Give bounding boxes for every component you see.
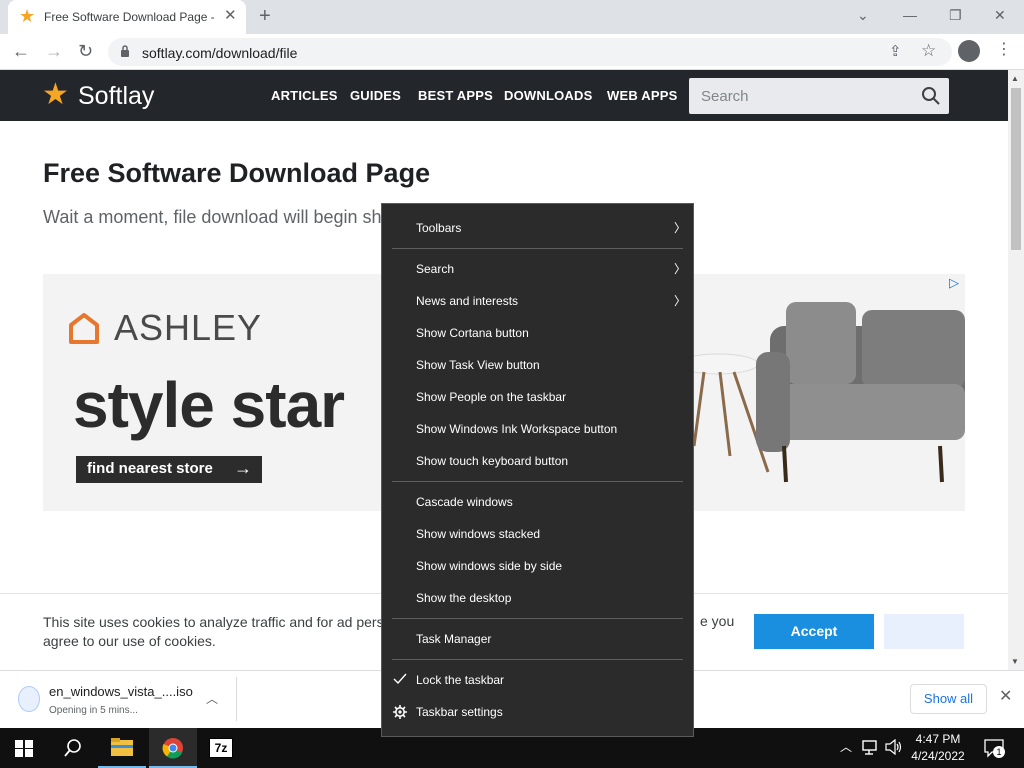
ashley-house-icon [69,313,99,344]
menu-item-taskbar-settings[interactable]: Taskbar settings [416,705,503,719]
tab-close-icon[interactable]: ✕ [224,8,237,23]
sofa-image [690,302,965,483]
cookie-text-tail: e you [700,613,735,629]
download-filename[interactable]: en_windows_vista_....iso [49,684,193,699]
tab-title: Free Software Download Page - Softlay [44,10,214,24]
reload-icon[interactable]: ↻ [78,40,93,62]
kebab-menu-icon[interactable]: ⋮ [996,42,1012,58]
profile-icon[interactable] [958,40,980,62]
logo-star-icon: ★ [42,78,69,111]
menu-item-lock-taskbar[interactable]: Lock the taskbar [416,673,504,687]
scroll-up-icon[interactable]: ▲ [1011,74,1019,83]
menu-item-side-by-side[interactable]: Show windows side by side [416,559,562,573]
minimize-icon[interactable]: — [903,6,917,24]
menu-item-show-desktop[interactable]: Show the desktop [416,591,511,605]
browser-tab[interactable]: ★ Free Software Download Page - Softlay … [8,0,246,34]
menu-item-show-task-view[interactable]: Show Task View button [416,358,540,372]
tray-chevron-up-icon[interactable]: ︿ [840,738,852,755]
scrollbar-thumb[interactable] [1011,88,1021,250]
nav-link-downloads[interactable]: DOWNLOADS [504,88,592,103]
download-status: Opening in 5 mins... [49,705,138,716]
search-icon[interactable] [921,86,941,106]
restore-icon[interactable]: ❐ [949,6,962,24]
search-placeholder: Search [701,88,749,105]
taskbar-clock[interactable]: 4:47 PM 4/24/2022 [905,731,971,765]
address-bar[interactable]: softlay.com/download/file ⇪ ☆ [108,38,952,66]
cookie-text-line1: This site uses cookies to analyze traffi… [43,614,392,630]
lock-icon [121,45,129,57]
url-text: softlay.com/download/file [142,45,298,61]
menu-item-show-touch-keyboard[interactable]: Show touch keyboard button [416,454,568,468]
chevron-right-icon: 〉 [674,294,687,308]
bookmark-star-icon[interactable]: ☆ [921,41,936,61]
chrome-icon[interactable] [149,728,197,768]
ad-cta-label: find nearest store [87,460,213,477]
menu-item-toolbars[interactable]: Toolbars [416,221,461,235]
menu-item-show-ink-workspace[interactable]: Show Windows Ink Workspace button [416,422,617,436]
file-explorer-icon[interactable] [98,728,146,768]
shelf-close-icon[interactable]: ✕ [999,689,1012,705]
7zip-icon[interactable]: 7z [197,728,245,768]
taskbar-context-menu [381,203,694,737]
menu-separator [392,618,683,619]
nav-link-articles[interactable]: ARTICLES [271,88,338,103]
page-subtitle: Wait a moment, file download will begin … [43,207,382,227]
disc-file-icon [18,686,40,712]
favicon-star-icon: ★ [19,6,36,26]
accept-cookies-button[interactable]: Accept [754,614,874,649]
windows-start-icon[interactable] [15,740,33,757]
tab-search-chevron-icon[interactable]: ⌄ [857,6,869,24]
notification-count: 1 [993,746,1005,758]
checkmark-icon [393,673,407,685]
menu-separator [392,248,683,249]
menu-item-show-people[interactable]: Show People on the taskbar [416,390,566,404]
page-title: Free Software Download Page [43,158,431,188]
browser-toolbar: ← → ↻ softlay.com/download/file ⇪ ☆ ⋮ [0,34,1024,70]
adchoices-icon[interactable]: ▷ [949,275,959,291]
ad-slogan: style star [73,369,345,441]
browser-tab-strip: ★ Free Software Download Page - Softlay … [0,0,1024,34]
site-logo[interactable]: Softlay [78,82,154,111]
notification-icon[interactable]: 1 [984,738,1005,763]
chevron-right-icon: 〉 [674,262,687,276]
menu-separator [392,481,683,482]
menu-item-show-cortana[interactable]: Show Cortana button [416,326,529,340]
nav-link-web-apps[interactable]: WEB APPS [607,88,677,103]
menu-separator [392,659,683,660]
new-tab-plus-icon[interactable]: + [259,6,271,26]
gear-icon [393,705,407,719]
show-all-downloads-button[interactable]: Show all [910,684,987,714]
volume-icon[interactable] [885,739,903,755]
clock-time: 4:47 PM [915,732,961,746]
menu-item-task-manager[interactable]: Task Manager [416,632,491,646]
scroll-down-icon[interactable]: ▼ [1011,657,1019,666]
network-icon[interactable] [862,738,880,756]
share-icon[interactable]: ⇪ [889,42,902,60]
nav-link-guides[interactable]: GUIDES [350,88,401,103]
chevron-right-icon: 〉 [674,221,687,235]
secondary-cookie-button[interactable] [884,614,964,649]
ad-cta-button[interactable]: find nearest store → [76,456,262,483]
window-close-icon[interactable]: ✕ [994,6,1006,24]
chevron-up-icon[interactable]: ︿ [206,690,218,707]
nav-link-best-apps[interactable]: BEST APPS [418,88,493,103]
shelf-divider [236,677,237,721]
menu-item-search[interactable]: Search [416,262,454,276]
cookie-text-line2: agree to our use of cookies. [43,633,216,649]
menu-item-news-and-interests[interactable]: News and interests [416,294,518,308]
forward-icon[interactable]: → [45,40,63,62]
taskbar-search-icon[interactable] [63,738,83,758]
menu-item-windows-stacked[interactable]: Show windows stacked [416,527,540,541]
clock-date: 4/24/2022 [911,749,965,763]
back-icon[interactable]: ← [12,40,30,62]
site-search-input[interactable]: Search [689,78,949,114]
ad-brand: ASHLEY [114,307,263,348]
menu-item-cascade-windows[interactable]: Cascade windows [416,495,513,509]
arrow-right-icon: → [234,458,252,478]
